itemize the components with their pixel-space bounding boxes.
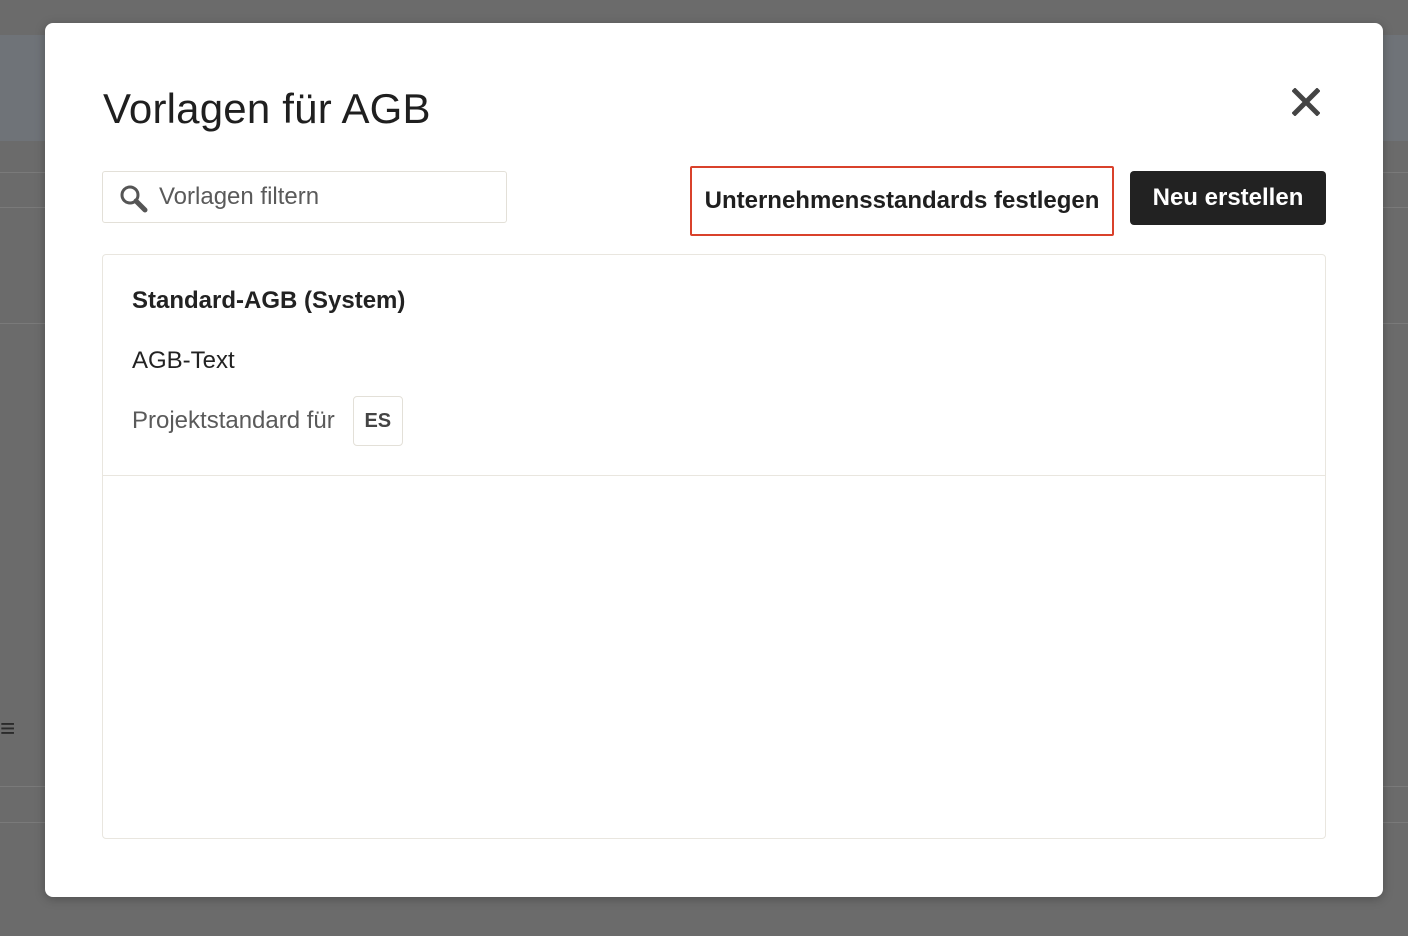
create-new-button[interactable]: Neu erstellen (1130, 171, 1326, 225)
project-default-row: Projektstandard für ES (132, 396, 403, 446)
set-company-defaults-button[interactable]: Unternehmensstandards festlegen (690, 166, 1114, 236)
modal-title: Vorlagen für AGB (103, 85, 431, 132)
template-subtitle: AGB-Text (132, 347, 235, 374)
list-item[interactable]: Standard-AGB (System) AGB-Text Projektst… (103, 255, 1325, 476)
close-button[interactable] (1287, 83, 1325, 121)
search-field[interactable] (102, 171, 507, 223)
templates-modal: Vorlagen für AGB Unternehmensstandards f… (45, 23, 1383, 897)
templates-list: Standard-AGB (System) AGB-Text Projektst… (102, 254, 1326, 839)
close-icon (1292, 88, 1320, 116)
language-badge: ES (352, 396, 403, 446)
search-icon (120, 185, 148, 213)
project-default-label: Projektstandard für (132, 407, 335, 434)
background-menu-icon: ≡ (0, 713, 16, 743)
template-title: Standard-AGB (System) (132, 287, 406, 314)
search-input[interactable] (159, 180, 489, 214)
